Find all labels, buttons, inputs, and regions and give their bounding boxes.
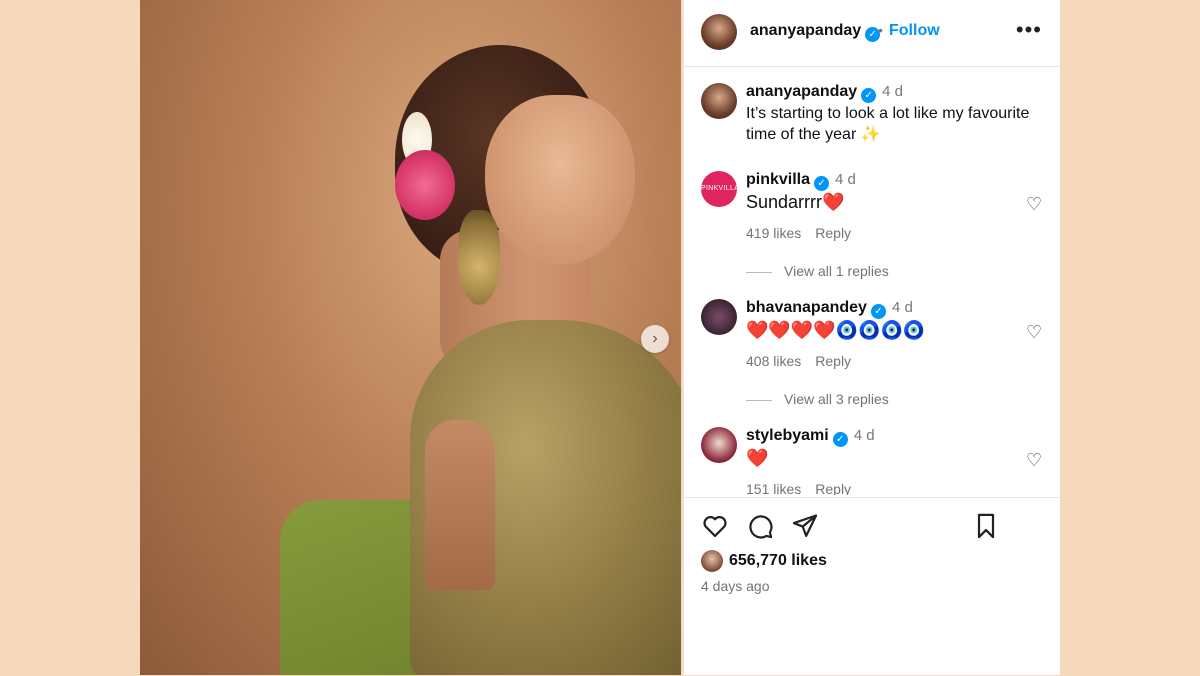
heart-icon[interactable]	[701, 512, 729, 540]
photo-face	[485, 95, 635, 265]
verified-icon: ✓	[870, 304, 886, 319]
comment-time: 4 d	[891, 299, 913, 316]
commenter-avatar[interactable]	[701, 299, 737, 335]
heart-icon[interactable]: ♡	[1026, 194, 1042, 214]
comment-icon[interactable]	[746, 512, 774, 540]
likes-summary[interactable]: 656,770 likes	[701, 550, 827, 572]
photo-earring	[458, 210, 500, 305]
view-replies-button[interactable]: View all 1 replies	[746, 263, 889, 279]
caption-time: 4 d	[882, 83, 904, 100]
comment-author[interactable]: bhavanapandey ✓ 4 d	[746, 299, 913, 319]
post-actions: 656,770 likes 4 days ago	[684, 497, 1060, 676]
more-icon[interactable]: •••	[1016, 17, 1042, 43]
likes-count[interactable]: 656,770 likes	[729, 552, 827, 570]
liker-avatar	[701, 550, 723, 572]
commenter-avatar[interactable]	[701, 427, 737, 463]
view-replies-label[interactable]: View all 3 replies	[784, 391, 889, 407]
view-replies-button[interactable]: View all 3 replies	[746, 391, 889, 407]
caption-author-text[interactable]: ananyapanday	[746, 83, 857, 100]
photo-back	[425, 420, 495, 590]
comment-text: Sundarrrr❤️	[746, 192, 845, 212]
bookmark-icon[interactable]	[972, 512, 1000, 540]
follow-button[interactable]: Follow	[889, 22, 940, 40]
comment-time: 4 d	[835, 171, 856, 188]
divider	[746, 271, 772, 273]
comments-list[interactable]: ananyapanday ✓ 4 d It’s starting to look a…	[684, 67, 1060, 495]
caption-author[interactable]: ananyapanday ✓ 4 d	[746, 83, 903, 103]
comment-meta: 419 likes Reply	[746, 225, 865, 241]
verified-icon: ✓	[861, 88, 877, 103]
post-photo[interactable]	[140, 0, 681, 675]
caption-avatar[interactable]	[701, 83, 737, 119]
comment-author[interactable]: stylebyami ✓ 4 d	[746, 427, 875, 447]
heart-icon[interactable]: ♡	[1026, 450, 1042, 470]
comment-author-text[interactable]: stylebyami	[746, 427, 829, 444]
comment-author-text[interactable]: bhavanapandey	[746, 299, 867, 316]
comment-meta: 151 likes Reply	[746, 481, 865, 495]
post-header: ananyapanday ✓ • Follow •••	[684, 0, 1060, 67]
comment-likes[interactable]: 408 likes	[746, 353, 801, 369]
comment-author-text[interactable]: pinkvilla	[746, 171, 810, 188]
post-timestamp: 4 days ago	[701, 578, 770, 594]
caption-text: It’s starting to look a lot like my favo…	[746, 105, 1030, 143]
comment-time: 4 d	[853, 427, 875, 444]
divider	[746, 399, 772, 401]
author-username[interactable]: ananyapanday ✓	[750, 22, 881, 42]
author-name-text[interactable]: ananyapanday	[750, 22, 861, 39]
comment-text: ❤️❤️❤️❤️🧿🧿🧿🧿	[746, 320, 926, 340]
next-photo-button[interactable]: ›	[641, 325, 669, 353]
comment-author[interactable]: pinkvilla ✓ 4 d	[746, 171, 856, 191]
reply-button[interactable]: Reply	[815, 353, 851, 369]
view-replies-label[interactable]: View all 1 replies	[784, 263, 889, 279]
comment-likes[interactable]: 151 likes	[746, 481, 801, 495]
comment-likes[interactable]: 419 likes	[746, 225, 801, 241]
comment-text: ❤️	[746, 448, 769, 468]
share-icon[interactable]	[791, 512, 819, 540]
chevron-right-icon: ›	[652, 330, 658, 347]
post-panel: ananyapanday ✓ • Follow ••• ananyapanday ✓…	[683, 0, 1060, 675]
verified-icon: ✓	[814, 176, 830, 191]
heart-icon[interactable]: ♡	[1026, 322, 1042, 342]
reply-button[interactable]: Reply	[815, 225, 851, 241]
separator-dot: •	[878, 22, 883, 38]
author-avatar[interactable]	[701, 14, 737, 50]
reply-button[interactable]: Reply	[815, 481, 851, 495]
photo-flower	[395, 150, 455, 220]
verified-icon: ✓	[832, 432, 848, 447]
commenter-avatar[interactable]: PINKVILLA	[701, 171, 739, 207]
comment-meta: 408 likes Reply	[746, 353, 865, 369]
